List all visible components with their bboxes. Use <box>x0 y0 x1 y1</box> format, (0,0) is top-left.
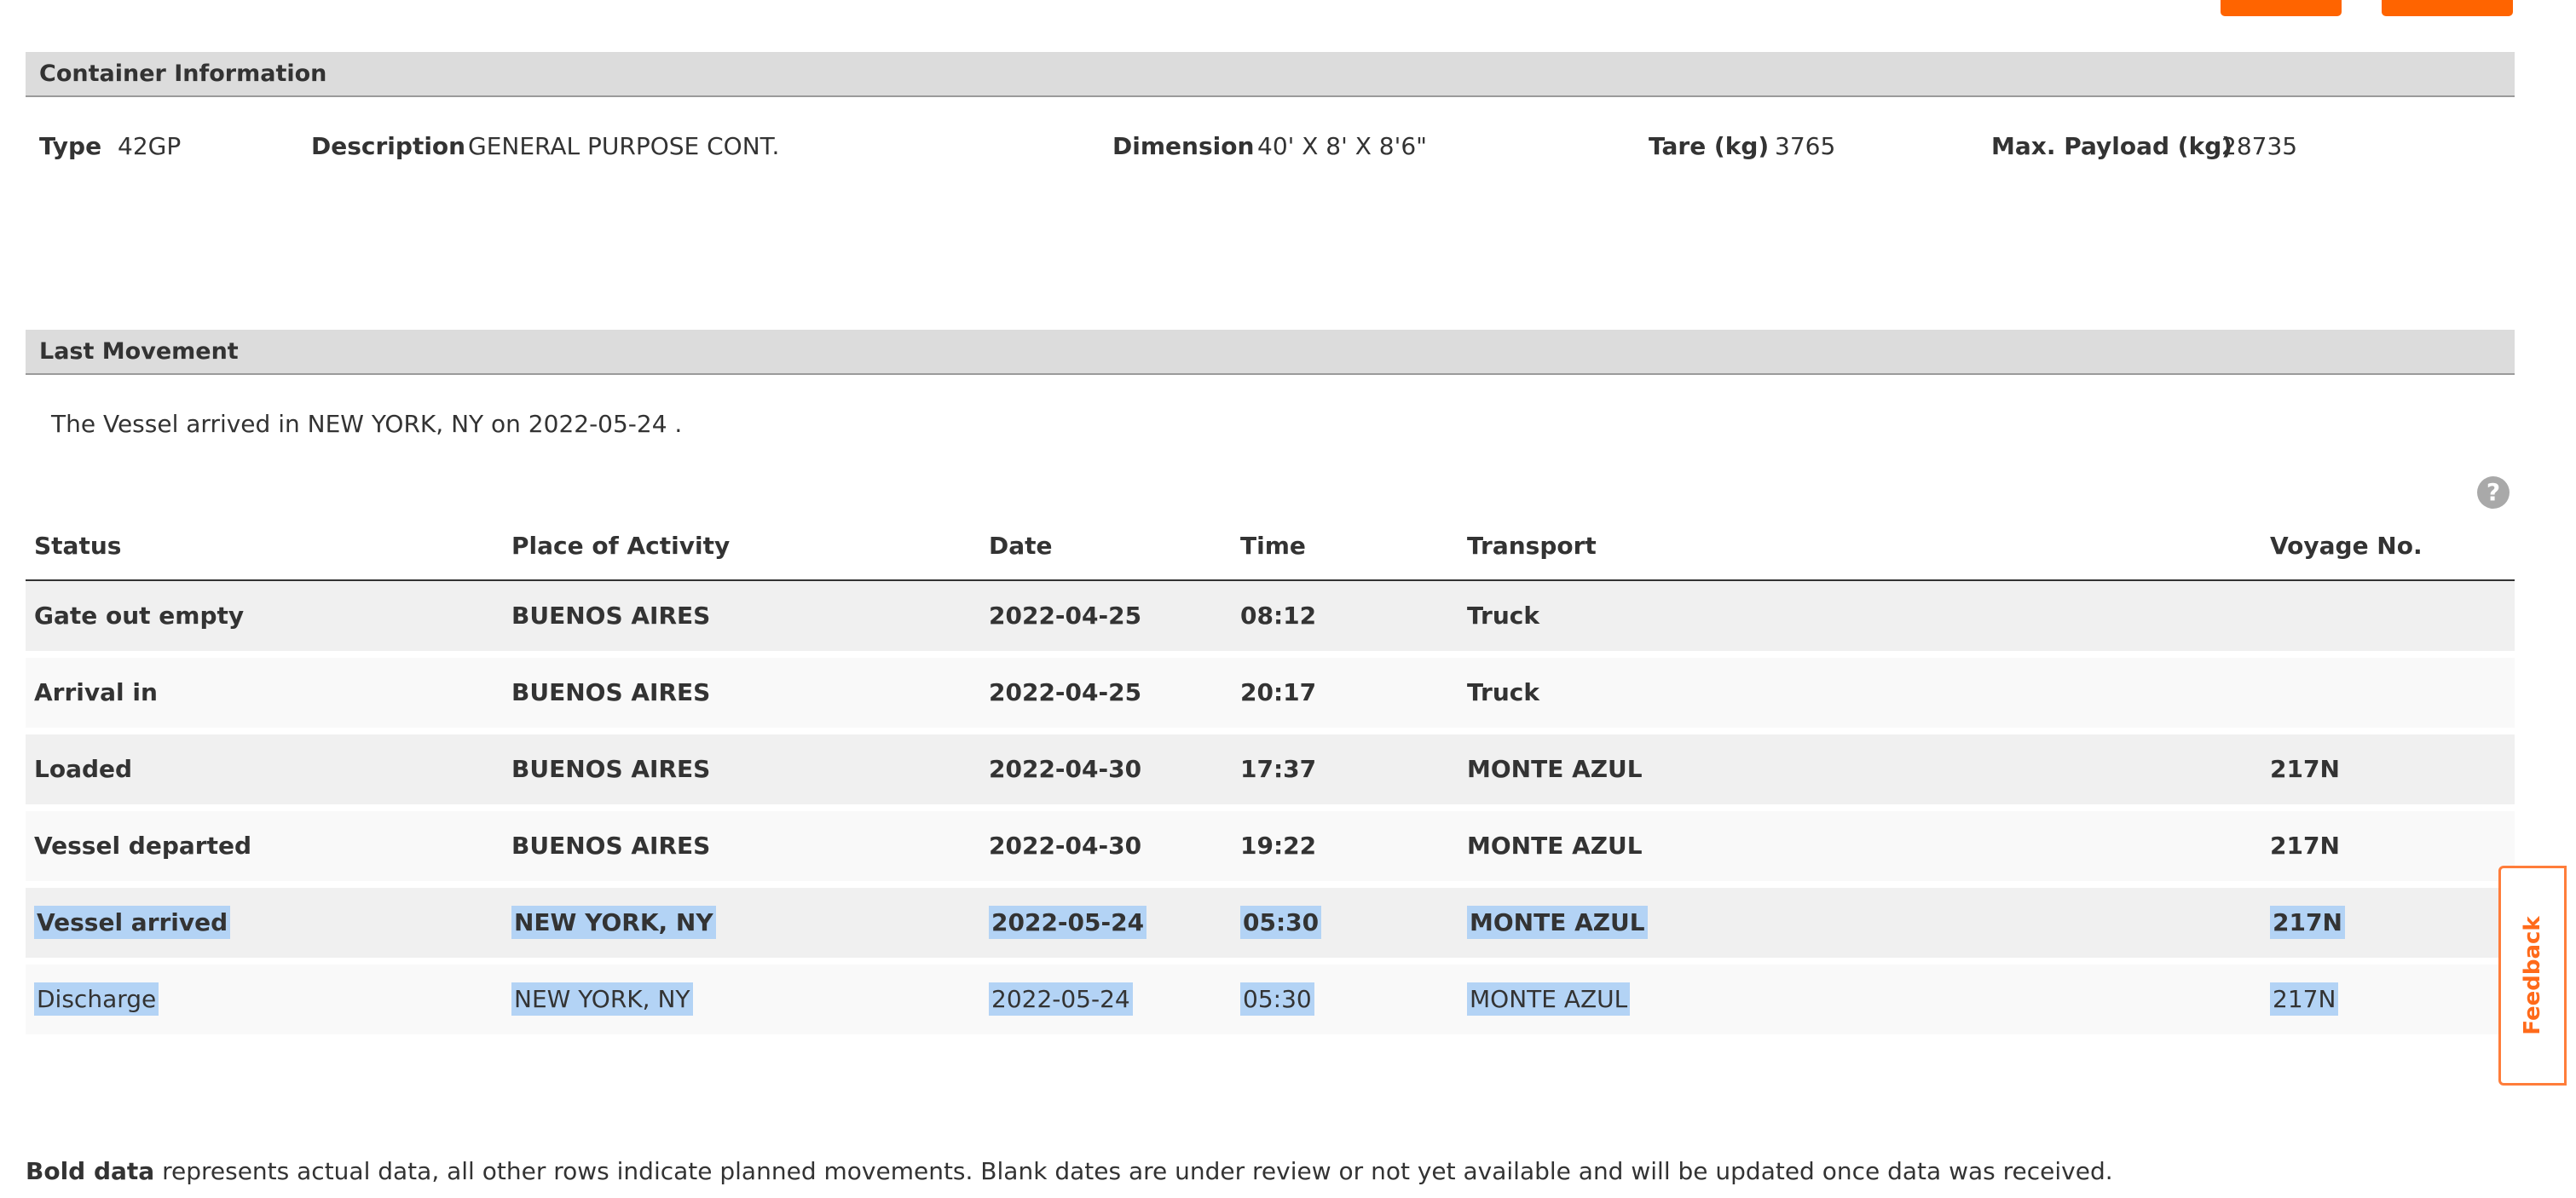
cell-date: 2022-04-25 <box>989 602 1142 630</box>
tare-value: 3765 <box>1775 132 1836 160</box>
movements-table: Status Place of Activity Date Time Trans… <box>26 521 2515 1034</box>
table-row: Vessel departed BUENOS AIRES 2022-04-30 … <box>26 811 2515 881</box>
description-label: Description <box>311 132 466 160</box>
cell-status: Vessel arrived <box>34 888 231 958</box>
selected-text: 05:30 <box>1240 906 1322 939</box>
selected-text: NEW YORK, NY <box>511 906 716 939</box>
cell-time: 20:17 <box>1240 678 1317 706</box>
type-value: 42GP <box>118 132 182 160</box>
table-row: Vessel arrived NEW YORK, NY 2022-05-24 0… <box>26 888 2515 958</box>
selected-text: 05:30 <box>1240 982 1314 1016</box>
feedback-tab[interactable]: Feedback <box>2498 866 2567 1086</box>
cell-status: Arrival in <box>34 678 158 706</box>
scrollbar-edge <box>2569 0 2576 1198</box>
cell-time: 08:12 <box>1240 602 1317 630</box>
header-place: Place of Activity <box>511 532 731 560</box>
last-movement-header: Last Movement <box>26 330 2515 375</box>
description-value: GENERAL PURPOSE CONT. <box>468 132 780 160</box>
table-row: Discharge NEW YORK, NY 2022-05-24 05:30 … <box>26 965 2515 1034</box>
selected-text: NEW YORK, NY <box>511 982 693 1016</box>
max-payload-value: 28735 <box>2221 132 2298 160</box>
selected-text: 2022-05-24 <box>989 906 1147 939</box>
header-date: Date <box>989 532 1053 560</box>
dimension-value: 40' X 8' X 8'6" <box>1257 132 1428 160</box>
feedback-label: Feedback <box>2520 916 2545 1035</box>
cell-time: 19:22 <box>1240 832 1317 860</box>
cell-date: 2022-04-30 <box>989 832 1142 860</box>
table-header: Status Place of Activity Date Time Trans… <box>26 521 2515 581</box>
header-voyage: Voyage No. <box>2270 532 2423 560</box>
cell-transport: Truck <box>1467 678 1539 706</box>
cell-transport: Truck <box>1467 602 1539 630</box>
header-status: Status <box>34 532 122 560</box>
cell-transport: MONTE AZUL <box>1467 755 1643 783</box>
action-button-2[interactable] <box>2382 0 2513 16</box>
type-label: Type <box>39 132 102 160</box>
cell-date: 2022-05-24 <box>989 888 1147 958</box>
header-transport: Transport <box>1467 532 1597 560</box>
cell-date: 2022-05-24 <box>989 965 1133 1034</box>
header-time: Time <box>1240 532 1306 560</box>
cell-status: Loaded <box>34 755 133 783</box>
cell-time: 17:37 <box>1240 755 1317 783</box>
footnote-bold: Bold data <box>26 1157 155 1185</box>
selected-text: 217N <box>2270 982 2339 1016</box>
selected-text: 217N <box>2270 906 2345 939</box>
action-button-1[interactable] <box>2221 0 2342 16</box>
selected-text: MONTE AZUL <box>1467 982 1631 1016</box>
cell-transport: MONTE AZUL <box>1467 832 1643 860</box>
cell-time: 05:30 <box>1240 888 1322 958</box>
footnote: Bold data represents actual data, all ot… <box>26 1155 2113 1189</box>
footnote-text: represents actual data, all other rows i… <box>154 1157 2113 1185</box>
cell-place: NEW YORK, NY <box>511 965 693 1034</box>
question-circle-icon[interactable]: ? <box>2477 476 2510 509</box>
cell-place: BUENOS AIRES <box>511 832 711 860</box>
cell-voyage: 217N <box>2270 965 2339 1034</box>
cell-voyage: 217N <box>2270 832 2340 860</box>
cell-status: Gate out empty <box>34 602 245 630</box>
container-information-header: Container Information <box>26 52 2515 97</box>
table-row: Gate out empty BUENOS AIRES 2022-04-25 0… <box>26 581 2515 651</box>
cell-transport: MONTE AZUL <box>1467 888 1648 958</box>
container-info-row: Type 42GP Description GENERAL PURPOSE CO… <box>0 130 2576 164</box>
dimension-label: Dimension <box>1112 132 1255 160</box>
selected-text: MONTE AZUL <box>1467 906 1648 939</box>
cell-place: NEW YORK, NY <box>511 888 716 958</box>
cell-status: Discharge <box>34 965 159 1034</box>
cell-place: BUENOS AIRES <box>511 602 711 630</box>
table-row: Arrival in BUENOS AIRES 2022-04-25 20:17… <box>26 658 2515 728</box>
tare-label: Tare (kg) <box>1649 132 1770 160</box>
cell-voyage: 217N <box>2270 755 2340 783</box>
cell-date: 2022-04-30 <box>989 755 1142 783</box>
max-payload-label: Max. Payload (kg) <box>1991 132 2233 160</box>
cell-place: BUENOS AIRES <box>511 678 711 706</box>
cell-date: 2022-04-25 <box>989 678 1142 706</box>
selected-text: 2022-05-24 <box>989 982 1133 1016</box>
table-row: Loaded BUENOS AIRES 2022-04-30 17:37 MON… <box>26 734 2515 804</box>
cell-status: Vessel departed <box>34 832 251 860</box>
selected-text: Vessel arrived <box>34 906 231 939</box>
cell-time: 05:30 <box>1240 965 1314 1034</box>
cell-place: BUENOS AIRES <box>511 755 711 783</box>
cell-transport: MONTE AZUL <box>1467 965 1631 1034</box>
cell-voyage: 217N <box>2270 888 2345 958</box>
last-movement-summary: The Vessel arrived in NEW YORK, NY on 20… <box>51 410 683 438</box>
selected-text: Discharge <box>34 982 159 1016</box>
